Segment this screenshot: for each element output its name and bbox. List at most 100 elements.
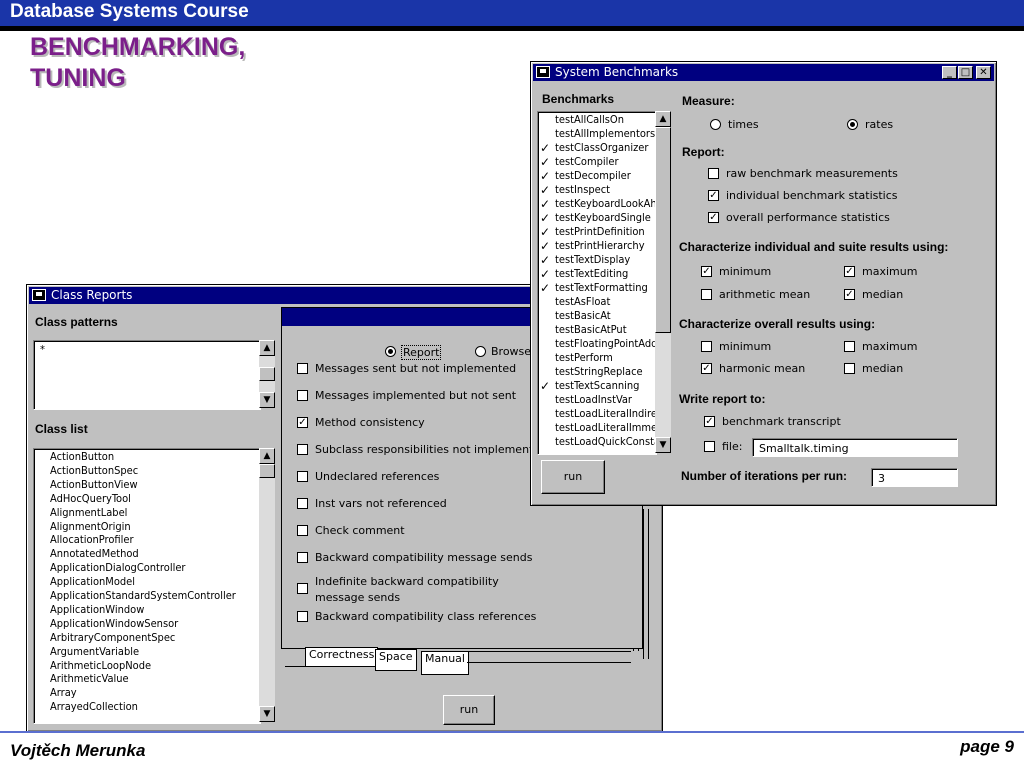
class-list-item[interactable]: ArrayedCollection bbox=[34, 700, 260, 714]
report-option-checkbox[interactable] bbox=[297, 444, 308, 455]
class-list-scrollbar[interactable]: ▲ ▼ bbox=[259, 448, 275, 722]
individual-statistics-checkbox[interactable]: ✓ bbox=[708, 190, 719, 201]
benchmark-item[interactable]: ✓ testClassOrganizer bbox=[538, 141, 656, 155]
benchmark-item[interactable]: ✓ testInspect bbox=[538, 183, 656, 197]
report-option-checkbox[interactable]: ✓ bbox=[297, 417, 308, 428]
benchmark-item[interactable]: ✓ testKeyboardSingle bbox=[538, 211, 656, 225]
class-list-item[interactable]: AlignmentOrigin bbox=[34, 520, 260, 534]
benchmark-item[interactable]: testLoadLiteralIndirect bbox=[538, 407, 656, 421]
scroll-thumb[interactable] bbox=[655, 127, 671, 333]
benchmark-item[interactable]: testLoadInstVar bbox=[538, 393, 656, 407]
benchmark-item[interactable]: ✓ testTextEditing bbox=[538, 267, 656, 281]
benchmark-item[interactable]: testFloatingPointAdd bbox=[538, 337, 656, 351]
class-list-item[interactable]: ApplicationStandardSystemController bbox=[34, 589, 260, 603]
report-option-label: Messages implemented but not sent bbox=[315, 389, 517, 402]
benchmark-item[interactable]: testAllImplementors bbox=[538, 127, 656, 141]
raw-measurements-checkbox[interactable] bbox=[708, 168, 719, 179]
close-icon[interactable]: ✕ bbox=[976, 66, 991, 79]
class-list-item[interactable]: AnnotatedMethod bbox=[34, 547, 260, 561]
report-option-checkbox[interactable] bbox=[297, 611, 308, 622]
report-option-checkbox[interactable] bbox=[297, 471, 308, 482]
class-list-item[interactable]: ArbitraryComponentSpec bbox=[34, 631, 260, 645]
class-list-item[interactable]: AllocationProfiler bbox=[34, 533, 260, 547]
scroll-thumb[interactable] bbox=[259, 464, 275, 478]
system-benchmarks-window: System Benchmarks _ □ ✕ Benchmarks testA… bbox=[530, 61, 997, 506]
tab-manual[interactable]: Manual bbox=[421, 651, 469, 675]
report-option-checkbox[interactable] bbox=[297, 525, 308, 536]
class-list[interactable]: ActionButton ActionButtonSpec ActionButton… bbox=[33, 448, 261, 724]
window-app-icon bbox=[32, 289, 46, 301]
scroll-down-arrow-icon[interactable]: ▼ bbox=[259, 706, 275, 722]
class-list-item[interactable]: ArgumentVariable bbox=[34, 645, 260, 659]
class-patterns-input[interactable]: * bbox=[33, 340, 261, 410]
benchmark-item[interactable]: testBasicAtPut bbox=[538, 323, 656, 337]
benchmark-item[interactable]: testBasicAt bbox=[538, 309, 656, 323]
tab-space[interactable]: Space bbox=[375, 649, 417, 671]
scroll-up-arrow-icon[interactable]: ▲ bbox=[655, 111, 671, 127]
report-option-checkbox[interactable] bbox=[297, 552, 308, 563]
class-list-item[interactable]: ApplicationWindowSensor bbox=[34, 617, 260, 631]
benchmark-item[interactable]: ✓ testTextDisplay bbox=[538, 253, 656, 267]
class-reports-run-button[interactable]: run bbox=[443, 695, 495, 725]
rates-radio[interactable] bbox=[847, 119, 858, 130]
benchmark-item[interactable]: testAllCallsOn bbox=[538, 113, 656, 127]
benchmark-item[interactable]: ✓ testTextFormatting bbox=[538, 281, 656, 295]
benchmarks-scrollbar[interactable]: ▲ ▼ bbox=[655, 111, 671, 453]
patterns-scrollbar[interactable]: ▲ ▼ bbox=[259, 340, 275, 408]
browse-radio[interactable] bbox=[475, 346, 486, 357]
benchmark-item[interactable]: testLoadLiteralImmediate bbox=[538, 421, 656, 435]
class-list-item[interactable]: ActionButtonSpec bbox=[34, 464, 260, 478]
ind-maximum-checkbox[interactable]: ✓ bbox=[844, 266, 855, 277]
benchmark-item[interactable]: ✓ testCompiler bbox=[538, 155, 656, 169]
scroll-down-arrow-icon[interactable]: ▼ bbox=[655, 437, 671, 453]
maximize-icon[interactable]: □ bbox=[958, 66, 973, 79]
minimize-icon[interactable]: _ bbox=[942, 66, 957, 79]
ind-arith-mean-checkbox[interactable] bbox=[701, 289, 712, 300]
scroll-up-arrow-icon[interactable]: ▲ bbox=[259, 448, 275, 464]
iterations-input[interactable]: 3 bbox=[871, 468, 958, 487]
benchmark-item[interactable]: ✓ testPrintHierarchy bbox=[538, 239, 656, 253]
report-option-checkbox[interactable] bbox=[297, 390, 308, 401]
ov-median-checkbox[interactable] bbox=[844, 363, 855, 374]
class-list-item[interactable]: ApplicationWindow bbox=[34, 603, 260, 617]
class-list-item[interactable]: Array bbox=[34, 686, 260, 700]
class-list-item[interactable]: ActionButton bbox=[34, 450, 260, 464]
ov-maximum-checkbox[interactable] bbox=[844, 341, 855, 352]
report-option-checkbox[interactable] bbox=[297, 363, 308, 374]
file-name-input[interactable]: Smalltalk.timing bbox=[752, 438, 958, 457]
scroll-up-arrow-icon[interactable]: ▲ bbox=[259, 340, 275, 356]
system-benchmarks-titlebar[interactable]: System Benchmarks _ □ ✕ bbox=[533, 64, 994, 81]
ind-median-checkbox[interactable]: ✓ bbox=[844, 289, 855, 300]
benchmark-item[interactable]: ✓ testDecompiler bbox=[538, 169, 656, 183]
benchmark-item[interactable]: testAsFloat bbox=[538, 295, 656, 309]
benchmark-transcript-checkbox[interactable]: ✓ bbox=[704, 416, 715, 427]
ind-minimum-checkbox[interactable]: ✓ bbox=[701, 266, 712, 277]
tab-correctness[interactable]: Correctness bbox=[305, 647, 379, 667]
class-list-item[interactable]: AdHocQueryTool bbox=[34, 492, 260, 506]
class-list-item[interactable]: ArithmeticValue bbox=[34, 672, 260, 686]
benchmark-item[interactable]: ✓ testKeyboardLookAhead bbox=[538, 197, 656, 211]
report-radio[interactable] bbox=[385, 346, 396, 357]
report-label: Report: bbox=[682, 145, 725, 159]
scroll-down-arrow-icon[interactable]: ▼ bbox=[259, 392, 275, 408]
ov-harmonic-mean-checkbox[interactable]: ✓ bbox=[701, 363, 712, 374]
benchmark-item[interactable]: testPerform bbox=[538, 351, 656, 365]
benchmarks-run-button[interactable]: run bbox=[541, 460, 605, 494]
file-checkbox[interactable] bbox=[704, 441, 715, 452]
class-list-item[interactable]: ApplicationModel bbox=[34, 575, 260, 589]
class-list-item[interactable]: ApplicationDialogController bbox=[34, 561, 260, 575]
benchmark-item[interactable]: ✓ testTextScanning bbox=[538, 379, 656, 393]
benchmark-item[interactable]: testLoadQuickConstant bbox=[538, 435, 656, 449]
class-list-item[interactable]: AlignmentLabel bbox=[34, 506, 260, 520]
report-option-checkbox[interactable] bbox=[297, 583, 308, 594]
benchmark-item[interactable]: ✓ testPrintDefinition bbox=[538, 225, 656, 239]
ov-minimum-checkbox[interactable] bbox=[701, 341, 712, 352]
overall-statistics-checkbox[interactable]: ✓ bbox=[708, 212, 719, 223]
benchmarks-list[interactable]: testAllCallsOn testAllImplementors ✓ testCl… bbox=[537, 111, 657, 455]
report-option-checkbox[interactable] bbox=[297, 498, 308, 509]
scroll-thumb[interactable] bbox=[259, 367, 275, 381]
class-list-item[interactable]: ActionButtonView bbox=[34, 478, 260, 492]
benchmark-item[interactable]: testStringReplace bbox=[538, 365, 656, 379]
class-list-item[interactable]: ArithmeticLoopNode bbox=[34, 659, 260, 673]
times-radio[interactable] bbox=[710, 119, 721, 130]
